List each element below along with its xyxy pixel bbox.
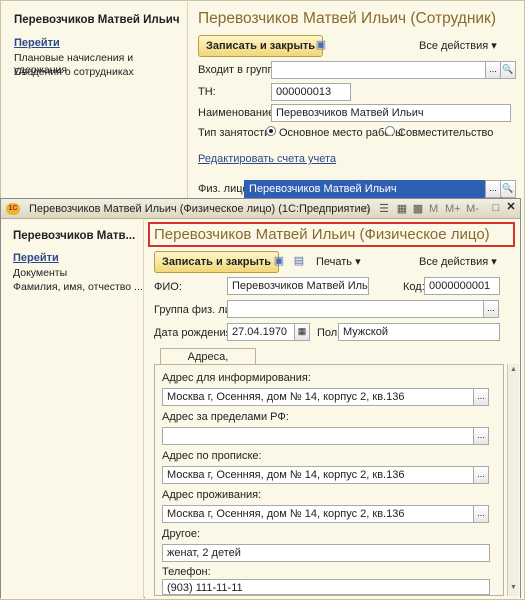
employee-all-actions[interactable]: Все действия ▾ [419, 39, 497, 52]
other-label: Другое: [162, 528, 201, 540]
addr-info-button[interactable]: ... [473, 388, 489, 406]
calendar-icon[interactable]: ▦ [395, 203, 409, 216]
sidebar-goto: Перейти [14, 37, 60, 49]
name-input[interactable]: Перевозчиков Матвей Ильич [271, 104, 511, 122]
employee-sidebar: Перевозчиков Матвей Ильич Перейти Планов… [2, 2, 188, 202]
list-icon[interactable]: ▤ [292, 255, 306, 268]
fio-label: ФИО: [154, 281, 182, 293]
code-label: Код: [403, 281, 425, 293]
employment-part-radio[interactable] [385, 126, 395, 136]
calculator-icon[interactable]: ▩ [411, 203, 425, 216]
scroll-down-icon[interactable]: ▼ [510, 584, 517, 591]
addr-live-button[interactable]: ... [473, 505, 489, 523]
person-input[interactable]: Перевозчиков Матвей Ильич [244, 180, 486, 198]
person-page-title: Перевозчиков Матвей Ильич (Физическое ли… [154, 226, 490, 243]
group-input[interactable] [227, 300, 484, 318]
group-select-button[interactable]: ... [483, 300, 499, 318]
addr-abroad-label: Адрес за пределами РФ: [162, 411, 289, 423]
addresses-panel: Адрес для информирования: Москва г, Осен… [154, 364, 504, 596]
window-title: Перевозчиков Матвей Ильич (Физическое ли… [29, 203, 371, 215]
fio-input[interactable]: Перевозчиков Матвей Ильич [227, 277, 369, 295]
sex-label: Пол: [317, 327, 341, 339]
memory-plus-button[interactable]: M+ [445, 203, 461, 215]
app-logo-icon: 1С [6, 203, 20, 215]
group-label: Входит в группу: [198, 64, 282, 76]
sidebar-link-employees[interactable]: Сведения о сотрудниках [14, 66, 134, 78]
sex-input[interactable]: Мужской [338, 323, 500, 341]
employee-page-title: Перевозчиков Матвей Ильич (Сотрудник) [198, 10, 496, 27]
group-search-icon[interactable]: 🔍 [500, 61, 516, 79]
other-input[interactable]: женат, 2 детей [162, 544, 490, 562]
maximize-icon[interactable]: □ [489, 202, 503, 215]
group-input[interactable] [271, 61, 486, 79]
employment-part-label: Совместительство [398, 127, 494, 139]
sidebar-link-documents[interactable]: Документы [13, 267, 67, 279]
person-sidebar: Перевозчиков Матв... Перейти Документы Ф… [1, 220, 144, 598]
memory-m-button[interactable]: M [429, 203, 438, 215]
addr-reg-input[interactable]: Москва г, Осенняя, дом № 14, корпус 2, к… [162, 466, 474, 484]
person-all-actions[interactable]: Все действия ▾ [419, 255, 497, 268]
scroll-up-icon[interactable]: ▲ [510, 366, 517, 373]
tab-addresses[interactable]: Адреса, телефоны [160, 348, 256, 379]
person-main: Перевозчиков Матвей Ильич (Физическое ли… [145, 220, 520, 598]
save-icon[interactable]: ▣ [272, 255, 286, 268]
phone-label: Телефон: [162, 566, 211, 578]
employment-main-radio[interactable] [266, 126, 276, 136]
person-save-close-button[interactable]: Записать и закрыть [154, 251, 280, 273]
birth-label: Дата рождения: [154, 327, 235, 339]
addr-info-label: Адрес для информирования: [162, 372, 311, 384]
tn-label: ТН: [198, 86, 216, 98]
addr-abroad-button[interactable]: ... [473, 427, 489, 445]
person-search-icon[interactable]: 🔍 [500, 180, 516, 198]
window-titlebar: 1С Перевозчиков Матвей Ильич (Физическое… [1, 199, 520, 219]
addr-reg-label: Адрес по прописке: [162, 450, 262, 462]
calendar-icon[interactable]: ▦ [294, 323, 310, 341]
person-select-button[interactable]: ... [485, 180, 501, 198]
addr-live-label: Адрес проживания: [162, 489, 262, 501]
birth-input[interactable]: 27.04.1970 [227, 323, 295, 341]
addr-info-input[interactable]: Москва г, Осенняя, дом № 14, корпус 2, к… [162, 388, 474, 406]
sidebar-link-fio[interactable]: Фамилия, имя, отчество ... [13, 281, 143, 293]
employee-save-close-button[interactable]: Записать и закрыть [198, 35, 324, 57]
sidebar-title: Перевозчиков Матв... [13, 230, 136, 242]
print-button[interactable]: Печать ▾ [316, 255, 361, 268]
employment-label: Тип занятости: [198, 127, 274, 139]
addr-abroad-input[interactable] [162, 427, 474, 445]
code-input[interactable]: 0000000001 [424, 277, 500, 295]
addr-reg-button[interactable]: ... [473, 466, 489, 484]
edit-accounts-link[interactable]: Редактировать счета учета [198, 153, 336, 165]
sidebar-title: Перевозчиков Матвей Ильич [14, 14, 180, 26]
home-icon[interactable]: ⌂ [359, 203, 373, 216]
name-label: Наименование: [198, 107, 278, 119]
memory-minus-button[interactable]: M- [466, 203, 479, 215]
group-select-button[interactable]: ... [485, 61, 501, 79]
person-window: 1С Перевозчиков Матвей Ильич (Физическое… [0, 198, 521, 598]
history-icon[interactable]: ☰ [377, 203, 391, 216]
close-icon[interactable]: ✕ [504, 201, 518, 214]
scrollbar[interactable]: ▲ ▼ [507, 364, 519, 596]
tn-input[interactable]: 000000013 [271, 83, 351, 101]
sidebar-goto: Перейти [13, 252, 59, 264]
addr-live-input[interactable]: Москва г, Осенняя, дом № 14, корпус 2, к… [162, 505, 474, 523]
save-icon[interactable]: ▣ [314, 39, 328, 52]
phone-input[interactable]: (903) 111-11-11 [162, 579, 490, 595]
